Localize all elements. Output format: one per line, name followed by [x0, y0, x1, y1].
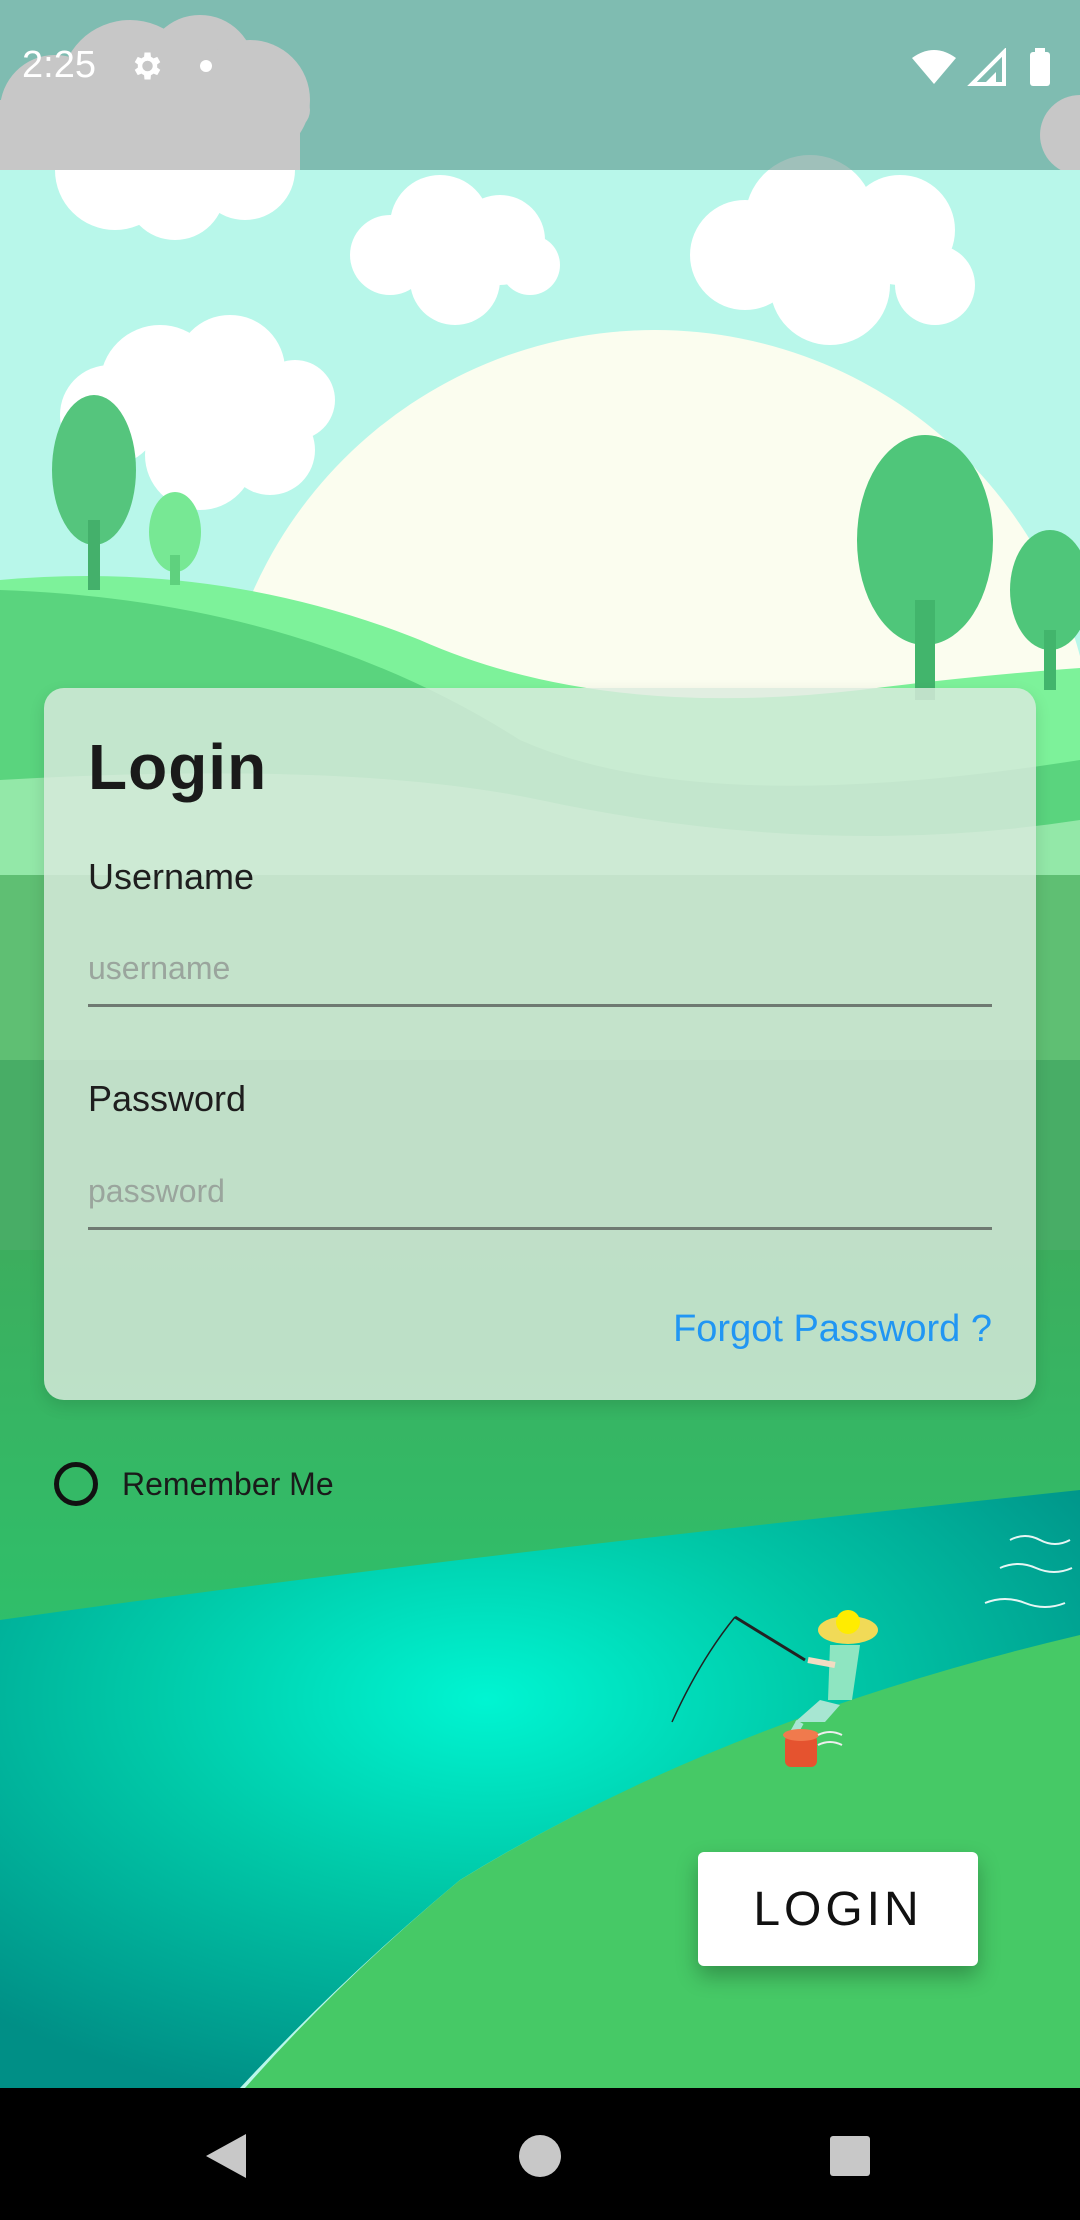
- forgot-password-link[interactable]: Forgot Password ?: [673, 1308, 992, 1351]
- status-bar: 2:25: [0, 0, 1080, 170]
- login-button[interactable]: LOGIN: [698, 1852, 978, 1966]
- status-icons: [912, 48, 1050, 86]
- remember-me-radio[interactable]: [54, 1462, 98, 1506]
- status-time: 2:25: [22, 44, 96, 86]
- username-input[interactable]: [88, 932, 992, 1007]
- login-screen: 2:25 Login Username Password Forgot Pass…: [0, 0, 1080, 2088]
- remember-me-option[interactable]: Remember Me: [54, 1462, 334, 1506]
- back-icon[interactable]: [198, 2128, 254, 2184]
- notification-dot-icon: [200, 60, 212, 72]
- gear-icon: [134, 52, 161, 80]
- recents-icon[interactable]: [822, 2128, 878, 2184]
- battery-icon: [1030, 52, 1050, 86]
- password-input[interactable]: [88, 1155, 992, 1230]
- home-icon[interactable]: [512, 2128, 568, 2184]
- navigation-bar: [0, 2088, 1080, 2220]
- password-label: Password: [88, 1078, 247, 1119]
- login-title: Login: [88, 731, 268, 803]
- username-label: Username: [88, 856, 255, 897]
- remember-me-label: Remember Me: [122, 1465, 334, 1502]
- wifi-icon: [912, 50, 956, 84]
- login-card: Login Username Password Forgot Password …: [44, 688, 1036, 1400]
- signal-icon: [967, 48, 1006, 86]
